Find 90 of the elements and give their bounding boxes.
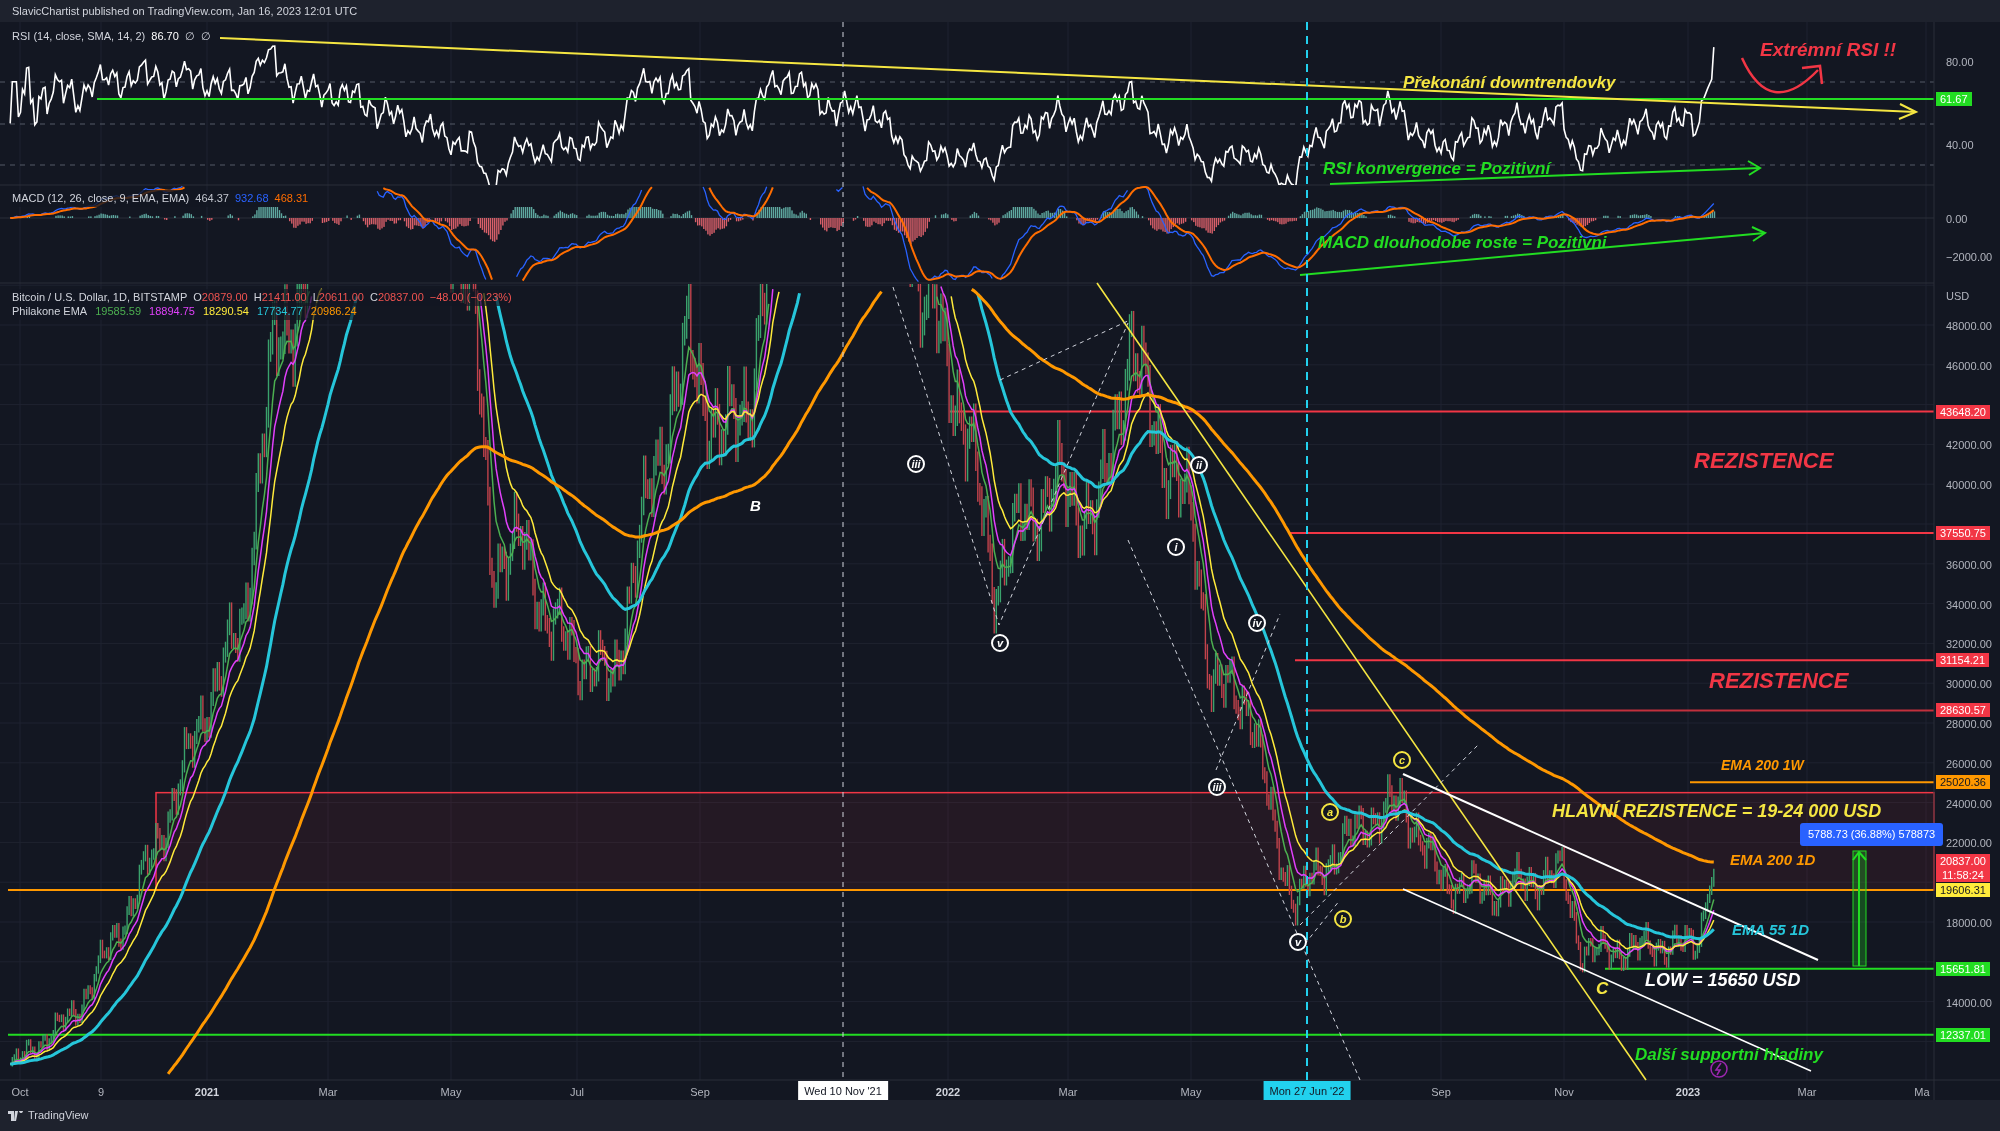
ohlc-value: O20879.00 [193,290,248,305]
time-axis-label: 2021 [194,1085,220,1100]
price-badge: 12337.01 [1936,1027,1990,1042]
wave-label: c [1393,751,1411,769]
chart-annotation: C [1596,980,1609,997]
measure-label: 5788.73 (36.88%) 578873 [1800,823,1944,846]
axis-label: 28000.00 [1946,717,1992,732]
indicator-value: 18290.54 [203,304,249,319]
time-axis-label: Nov [1554,1085,1574,1100]
time-axis-label: Mar [1058,1085,1078,1100]
price-badge: 31154.21 [1936,653,1990,668]
price-badge: 43648.20 [1936,404,1990,419]
axis-label: 30000.00 [1946,677,1992,693]
wave-label: a [1321,803,1339,821]
logo-icon [8,1110,24,1121]
time-axis-label: 2022 [935,1085,961,1100]
wave-label: i [1167,538,1185,556]
chart-annotation: Extrémní RSI !! [1760,40,1897,59]
crosshair-date-label: Mon 27 Jun '22 [1263,1081,1351,1100]
price-badge: 20837.00 11:58:24 [1936,854,1990,883]
time-axis-label: May [440,1085,462,1100]
axis-label: 0.00 [1946,212,1968,227]
indicator-value: 86.70 [151,29,179,44]
axis-label: 40000.00 [1946,478,1992,494]
wave-label: iii [907,455,925,473]
time-axis-label: Mar [1797,1085,1817,1100]
price-badge: 37550.75 [1936,525,1990,540]
axis-label: −2000.00 [1946,250,1993,265]
time-axis-label: Mar [318,1085,338,1100]
chart-annotation: REZISTENCE [1694,450,1834,472]
axis-label: 26000.00 [1946,756,1992,772]
axis-label: 22000.00 [1946,836,1992,852]
axis-label: 80.00 [1946,55,1974,70]
chart-annotation: B [750,498,761,513]
time-axis-label: May [1180,1085,1202,1100]
wave-label: b [1334,910,1352,928]
price-badge: 61.67 [1936,92,1972,106]
time-axis-label: 2023 [1675,1085,1701,1100]
price-badge: 25020.36 [1936,775,1990,790]
axis-label: 40.00 [1946,138,1974,153]
axis-label: 46000.00 [1946,358,1992,374]
ohlc-value: L20611.00 [312,290,364,305]
chart-annotation: REZISTENCE [1709,670,1849,692]
price-badge: 19606.31 [1936,883,1990,898]
indicator-value: ∅ [200,29,211,44]
indicator-value: 932.68 [234,191,269,206]
time-axis-label: Oct [11,1085,29,1100]
time-axis-label: 9 [97,1085,105,1100]
chart-annotation: EMA 200 1W [1721,758,1804,772]
axis-label: 34000.00 [1946,597,1992,613]
axis-label: 42000.00 [1946,438,1992,454]
axis-label: 36000.00 [1946,557,1992,573]
time-axis-label: Sep [1431,1085,1451,1100]
indicator-value: 464.37 [195,191,229,206]
wave-label: iv [1248,614,1266,632]
axis-unit: USD [1946,289,1970,304]
publisher-caption: SlavicChartist published on TradingView.com, Jan 16, 2023 12:01 UTC [12,3,358,19]
crosshair-date-label: Wed 10 Nov '21 [798,1081,888,1100]
indicator-value: 19585.59 [95,304,142,319]
axis-label: 14000.00 [1946,995,1992,1011]
indicator-value: 468.31 [274,191,309,206]
indicator-value: 18894.75 [149,304,195,319]
chart-annotation: LOW = 15650 USD [1645,971,1801,989]
price-change: −48.00 (−0.23%) [429,290,512,305]
symbol-legend: Bitcoin / U.S. Dollar, 1D, BITSTAMP [12,289,188,306]
axis-label: 32000.00 [1946,637,1992,653]
axis-label: 24000.00 [1946,796,1992,812]
wave-label: v [991,634,1009,652]
axis-label: 48000.00 [1946,319,1992,334]
ohlc-value: C20837.00 [369,290,424,305]
price-badge: 15651.81 [1936,961,1990,976]
axis-label: 18000.00 [1946,916,1992,931]
wave-label: ii [1190,456,1208,474]
time-axis-label: Jul [569,1085,585,1100]
brand-name: TradingView [28,1108,89,1124]
indicator-legend: RSI (14, close, SMA, 14, 2) [12,28,146,45]
indicator-value: ∅ [184,29,195,44]
indicator-value: 17734.77 [256,304,303,319]
wave-label: iii [1208,778,1226,796]
chart-annotation: Překonání downtrendovky [1403,74,1616,91]
chart-annotation: EMA 200 1D [1730,852,1816,867]
indicator-legend: Philakone EMA [12,303,88,320]
chart-annotation: RSI konvergence = Pozitivní [1323,160,1551,177]
price-badge: 28630.57 [1936,703,1990,718]
ohlc-value: H21411.00 [253,290,307,305]
indicator-value: 20986.24 [310,304,357,319]
time-axis-label: Sep [690,1085,710,1100]
time-axis-label: Ma [1914,1085,1930,1100]
wave-label: v [1289,933,1307,951]
indicator-legend: MACD (12, 26, close, 9, EMA, EMA) [12,190,190,207]
